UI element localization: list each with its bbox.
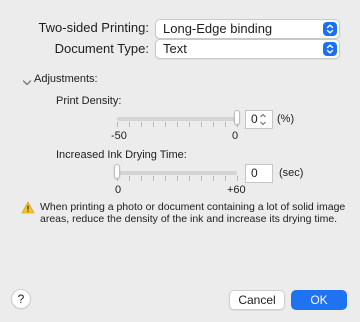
help-button[interactable]: ? (11, 289, 31, 309)
print-density-min-label: -50 (111, 130, 127, 142)
slider-tick (225, 122, 226, 127)
slider-tick (153, 176, 154, 181)
slider-tick (117, 122, 118, 127)
document-type-value: Text (163, 41, 187, 56)
warning-text-line1: When printing a photo or document contai… (40, 201, 346, 213)
slider-tick (201, 176, 202, 181)
slider-tick (237, 176, 238, 181)
slider-tick (153, 122, 154, 127)
drying-time-min-label: 0 (115, 184, 122, 196)
print-density-stepper[interactable] (258, 110, 268, 129)
drying-time-input[interactable]: 0 (245, 164, 273, 183)
slider-tick (213, 122, 214, 127)
slider-tick (189, 122, 190, 127)
drying-time-unit: (sec) (279, 167, 304, 179)
popup-chevrons-icon (323, 22, 337, 36)
slider-tick (213, 176, 214, 181)
print-density-slider-track (117, 117, 237, 121)
print-density-unit: (%) (277, 113, 295, 125)
drying-time-slider-track (117, 171, 237, 175)
two-sided-printing-value: Long-Edge binding (163, 21, 273, 36)
drying-time-slider-thumb[interactable] (114, 164, 120, 179)
slider-tick (225, 176, 226, 181)
document-type-popup[interactable]: Text (155, 39, 340, 59)
two-sided-printing-popup[interactable]: Long-Edge binding (155, 19, 340, 39)
slider-tick (201, 122, 202, 127)
warning-text-line2: areas, reduce the density of the ink and… (40, 213, 338, 225)
print-density-max-label: 0 (232, 130, 239, 142)
slider-tick (177, 176, 178, 181)
slider-tick (189, 176, 190, 181)
print-density-label: Print Density: (56, 95, 122, 107)
slider-tick (177, 122, 178, 127)
slider-tick (165, 176, 166, 181)
two-sided-printing-label: Two-sided Printing: (38, 20, 149, 35)
slider-tick (141, 122, 142, 127)
slider-tick (129, 176, 130, 181)
warning-icon (21, 201, 35, 214)
slider-tick (141, 176, 142, 181)
document-type-label: Document Type: (54, 41, 149, 56)
drying-time-label: Increased Ink Drying Time: (56, 149, 187, 161)
ok-button[interactable]: OK (291, 290, 347, 310)
slider-tick (129, 122, 130, 127)
print-density-slider[interactable] (112, 108, 242, 128)
drying-time-slider[interactable] (112, 162, 242, 182)
popup-chevrons-icon (323, 42, 337, 56)
drying-time-max-label: +60 (227, 184, 246, 196)
cancel-button[interactable]: Cancel (229, 290, 285, 310)
adjustments-label: Adjustments: (34, 73, 98, 85)
disclosure-chevron-down-icon[interactable] (22, 74, 32, 86)
slider-tick (165, 122, 166, 127)
print-density-slider-thumb[interactable] (234, 110, 240, 125)
